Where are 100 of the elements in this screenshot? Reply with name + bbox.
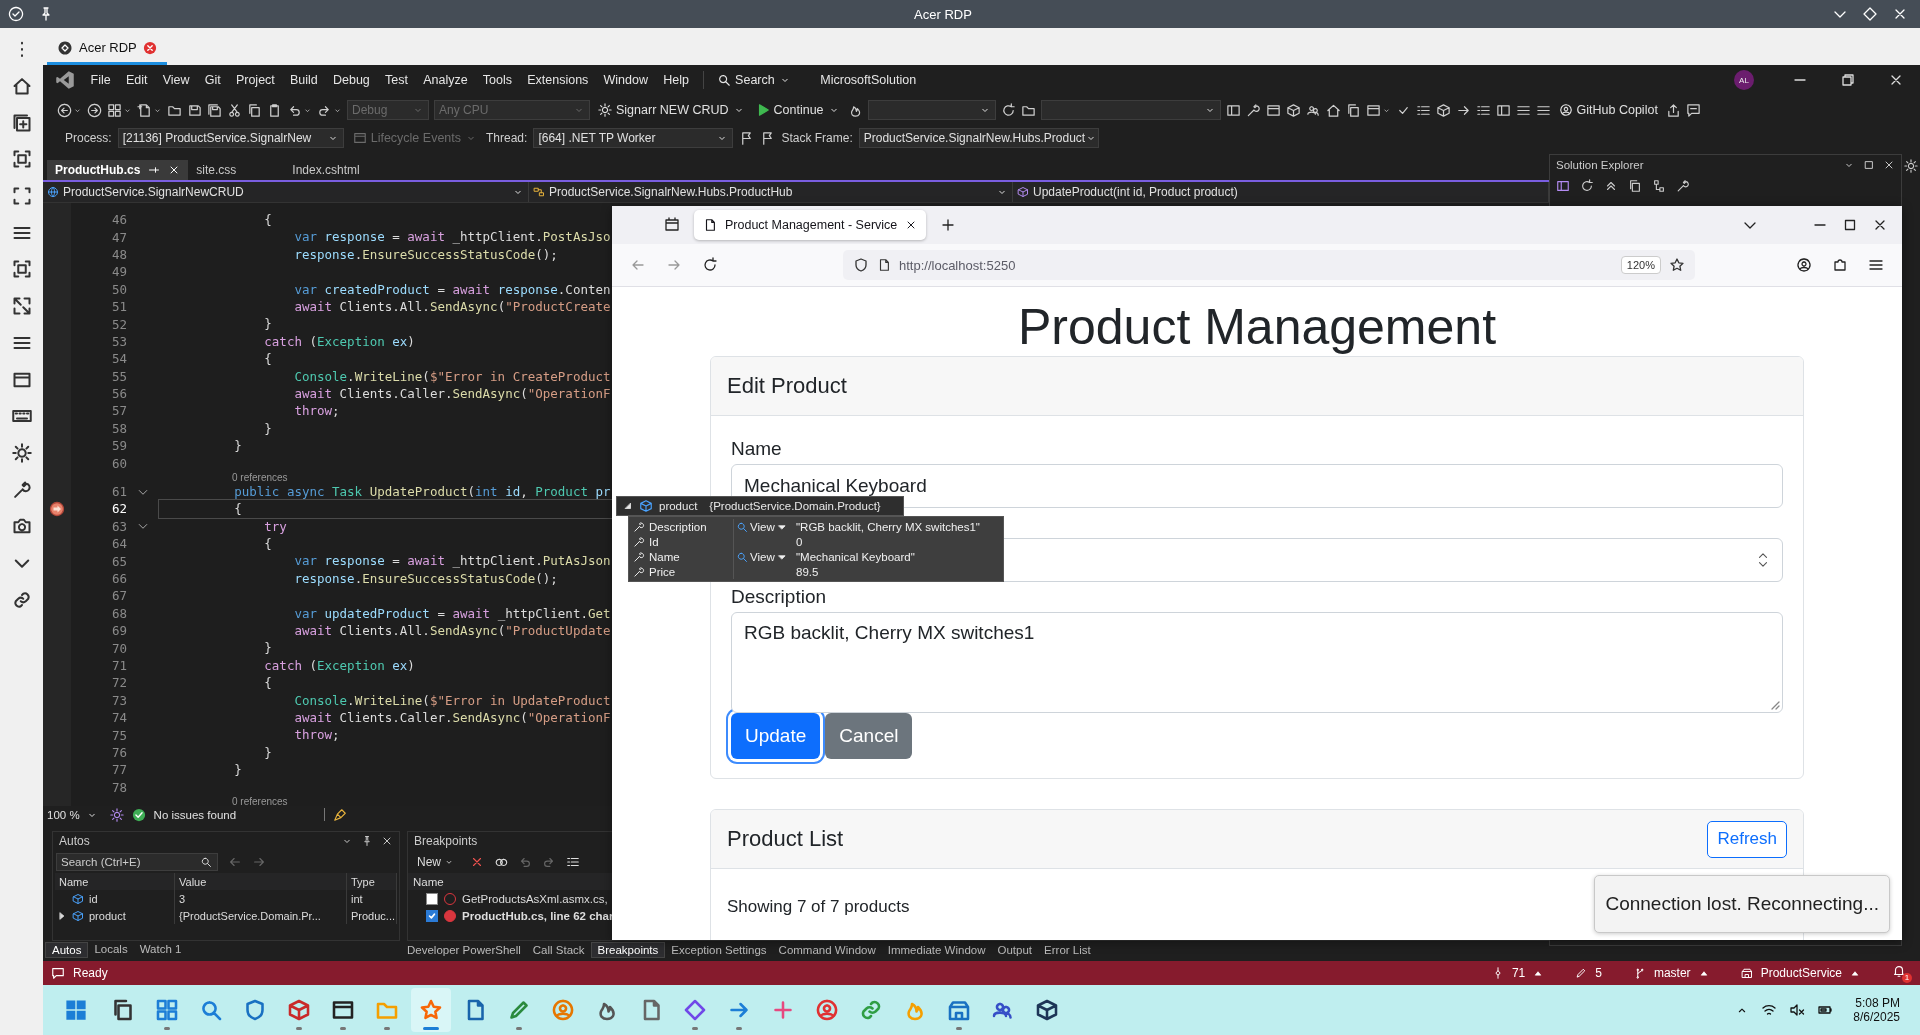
document-tab[interactable]: Index.cshtml [284, 160, 381, 180]
process-dropdown[interactable]: [21136] ProductService.SignalrNew [117, 128, 344, 148]
line-number: 77 [110, 762, 127, 778]
line-number: 61 [110, 484, 127, 500]
menu-item[interactable]: Build [282, 73, 326, 87]
menu-item[interactable]: Git [197, 73, 229, 87]
line-number: 47 [110, 229, 127, 245]
menu-item[interactable]: Project [228, 73, 283, 87]
menu-item[interactable]: Edit [118, 73, 156, 87]
menu-item[interactable]: View [155, 73, 198, 87]
line-number: 52 [110, 316, 127, 332]
branch-selector[interactable]: master [1633, 966, 1709, 980]
code-line: catch (Exception ex) [263, 656, 415, 675]
thread-dropdown[interactable]: [664] .NET TP Worker [533, 128, 734, 148]
commits-indicator[interactable]: 71 [1491, 966, 1544, 980]
line-number: 76 [110, 744, 127, 760]
column-header: Type [347, 873, 397, 890]
panel-tab[interactable]: Breakpoints [590, 942, 666, 958]
breakpoint-location[interactable]: ProductHub.cs, line 62 char [462, 909, 614, 922]
code-line: catch (Exception ex) [263, 332, 415, 351]
clock-time[interactable]: 5:08 PM [1855, 996, 1900, 1010]
view-button[interactable]: View [734, 550, 787, 563]
continue-button[interactable]: Continue [752, 103, 843, 117]
menu-item[interactable]: Debug [325, 73, 378, 87]
menu-item[interactable]: Help [655, 73, 697, 87]
panel-tab[interactable]: Watch 1 [133, 942, 188, 958]
menu-item[interactable]: File [83, 73, 119, 87]
line-number: 68 [110, 605, 127, 621]
menu-item[interactable]: Extensions [519, 73, 596, 87]
panel-tab[interactable]: Error List [1038, 943, 1097, 957]
changes-indicator[interactable]: 5 [1575, 966, 1602, 980]
line-number: 49 [110, 264, 127, 280]
code-line: try [263, 517, 287, 536]
class-dropdown[interactable]: ProductService.SignalrNew.Hubs.ProductHub [529, 182, 1013, 202]
card-title: Product List [727, 826, 844, 852]
property-value: 0 [796, 535, 803, 548]
stack-frame-dropdown[interactable]: ProductService.SignalrNew.Hubs.Product [858, 128, 1099, 148]
user-avatar[interactable]: AL [1734, 70, 1754, 90]
variable-name: id [89, 892, 98, 905]
code-lens[interactable]: 0 references [232, 471, 288, 483]
new-breakpoint-button[interactable]: New [411, 853, 460, 870]
code-line: Console.WriteLine($"Error in CreateProduct [293, 367, 611, 385]
variable-value: 3 [175, 890, 347, 907]
code-lens[interactable]: 0 references [232, 795, 288, 806]
code-line: public async Task UpdateProduct(int id, Product pr [233, 482, 611, 501]
code-line: { [263, 674, 272, 692]
zoom-badge[interactable]: 120% [1620, 256, 1661, 274]
process-label: Process: [65, 131, 112, 145]
document-tab[interactable]: site.css [188, 160, 285, 180]
refresh-button[interactable]: Refresh [1707, 820, 1787, 858]
panel-tab[interactable]: Call Stack [526, 943, 591, 957]
panel-tab[interactable]: Autos [45, 942, 89, 958]
menu-item[interactable]: Tools [475, 73, 520, 87]
breakpoint-location[interactable]: GetProductsAsXml.asmx.cs, [462, 892, 608, 905]
code-line: throw; [293, 726, 340, 744]
clock-date[interactable]: 8/6/2025 [1853, 1010, 1900, 1024]
panel-tab[interactable]: Developer PowerShell [401, 943, 527, 957]
menu-item[interactable]: Window [595, 73, 656, 87]
document-tab[interactable]: ProductHub.cs [47, 160, 189, 180]
cancel-button[interactable]: Cancel [825, 713, 913, 759]
menu-item[interactable]: Test [377, 73, 416, 87]
status-text: Ready [73, 966, 108, 980]
search-field[interactable]: Search (Ctrl+E) [56, 852, 218, 871]
line-number: 72 [110, 675, 127, 691]
view-button[interactable]: View [734, 520, 787, 533]
line-number: 70 [110, 640, 127, 656]
property-value: 89.5 [796, 565, 819, 578]
field-label: Name [731, 438, 782, 460]
description-input[interactable]: RGB backlit, Cherry MX switches1 [731, 612, 1783, 713]
issues-status[interactable]: No issues found [153, 808, 237, 821]
code-line: { [263, 535, 272, 553]
window-title: Acer RDP [913, 6, 973, 22]
panel-tab[interactable]: Output [991, 943, 1039, 957]
line-number: 66 [110, 571, 127, 586]
property-value: "RGB backlit, Cherry MX switches1" [796, 520, 980, 533]
property-name: Id [649, 535, 660, 548]
panel-tab[interactable]: Command Window [772, 943, 882, 957]
panel-tab[interactable]: Immediate Window [881, 943, 992, 957]
panel-tab[interactable]: Locals [88, 942, 134, 958]
line-number: 63 [110, 518, 127, 534]
code-line: var updatedProduct = await _httpClient.Get [293, 604, 611, 622]
line-number: 51 [110, 299, 127, 315]
address-bar[interactable]: http://localhost:5250 120% [843, 250, 1695, 280]
panel-tab[interactable]: Exception Settings [665, 943, 773, 957]
variable-name: product [659, 500, 698, 512]
notifications-button[interactable]: 1 [1892, 963, 1912, 983]
browser-tab[interactable]: Product Management - Service [694, 210, 927, 240]
code-line: await Clients.All.SendAsync("ProductCreate [293, 297, 611, 316]
menu-item[interactable]: Analyze [415, 73, 476, 87]
url-text: http://localhost:5250 [899, 257, 1017, 273]
zoom-dropdown[interactable]: 100 % [43, 808, 102, 821]
property-value: "Mechanical Keyboard" [796, 550, 915, 563]
repository-selector[interactable]: ProductService [1740, 966, 1860, 980]
startup-project-button[interactable]: Signarr NEW CRUD [595, 103, 748, 117]
line-number: 67 [110, 588, 127, 604]
search-menu[interactable]: Search [709, 73, 799, 87]
solution-name: MicrosoftSolution [820, 73, 917, 87]
line-number: 55 [110, 368, 127, 384]
copilot-button[interactable]: GitHub Copilot [1555, 103, 1661, 117]
project-dropdown[interactable]: ProductService.SignalrNewCRUD [43, 182, 529, 202]
